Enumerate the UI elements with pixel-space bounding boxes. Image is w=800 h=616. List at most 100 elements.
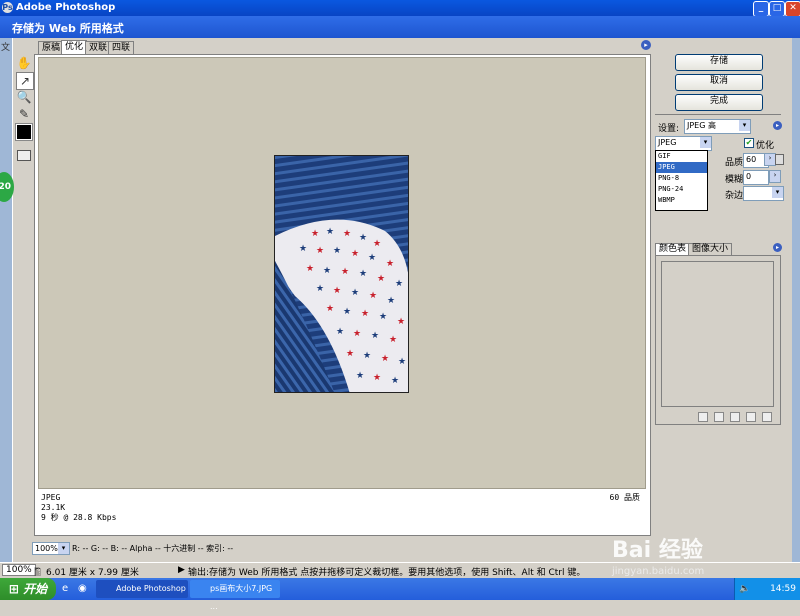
svg-text:★: ★ bbox=[373, 239, 381, 249]
dialog-title-bar: 存储为 Web 所用格式 bbox=[0, 16, 800, 38]
start-button[interactable]: ⊞ 开始 bbox=[0, 578, 56, 600]
format-option-wbmp[interactable]: WBMP bbox=[656, 195, 707, 206]
svg-text:★: ★ bbox=[351, 249, 359, 259]
underlying-app-left-strip: 文 bbox=[0, 38, 12, 562]
maximize-button[interactable]: □ bbox=[769, 1, 785, 17]
preview-menu-icon[interactable]: ▸ bbox=[641, 40, 651, 50]
zoom-tool-icon[interactable]: 🔍 bbox=[16, 89, 32, 105]
matte-select[interactable]: ▾ bbox=[743, 186, 784, 201]
blur-input[interactable]: 0 bbox=[743, 170, 769, 185]
svg-text:★: ★ bbox=[341, 267, 349, 277]
zoom-level-select[interactable]: 100% ▾ bbox=[32, 542, 70, 555]
quicklaunch-ie-icon[interactable]: e bbox=[62, 583, 68, 594]
svg-text:★: ★ bbox=[381, 354, 389, 364]
svg-text:★: ★ bbox=[373, 373, 381, 383]
info-format: JPEG bbox=[41, 493, 61, 502]
fabric-photo: ★ ★ ★ ★★ ★ ★ ★ ★ ★★ ★ ★ ★ ★ ★ ★ ★ ★ ★ ★ ★ ★ ★ ★ ★ ★ ★ ★ ★ ★ ★ ★ ★… bbox=[275, 156, 408, 392]
tab-4-up[interactable]: 四联 bbox=[108, 41, 135, 55]
format-option-png8[interactable]: PNG-8 bbox=[656, 173, 707, 184]
svg-text:★: ★ bbox=[369, 291, 377, 301]
svg-text:★: ★ bbox=[346, 349, 354, 359]
new-color-icon[interactable] bbox=[746, 412, 756, 422]
color-table-swatches bbox=[661, 261, 774, 407]
color-readout: R: -- G: -- B: -- Alpha -- 十六进制 -- 索引: -… bbox=[72, 544, 234, 553]
svg-text:★: ★ bbox=[311, 229, 319, 239]
svg-text:★: ★ bbox=[371, 331, 379, 341]
svg-text:★: ★ bbox=[333, 286, 341, 296]
zoom-level-value: 100% bbox=[35, 544, 58, 553]
close-button[interactable]: ✕ bbox=[785, 1, 800, 17]
save-button[interactable]: 存储 bbox=[675, 54, 763, 71]
file-format-value: JPEG bbox=[658, 138, 677, 147]
chevron-down-icon: ▾ bbox=[700, 137, 711, 148]
svg-text:★: ★ bbox=[316, 246, 324, 256]
status-hint: 输出:存储为 Web 所用格式 点按并拖移可定义裁切框。要用其他选项，使用 Sh… bbox=[188, 568, 586, 578]
optimize-menu-icon[interactable]: ▸ bbox=[773, 121, 782, 130]
svg-text:★: ★ bbox=[336, 327, 344, 337]
done-button[interactable]: 完成 bbox=[675, 94, 763, 111]
svg-text:★: ★ bbox=[397, 317, 405, 327]
play-arrow-icon: ▶ bbox=[178, 565, 185, 575]
svg-text:★: ★ bbox=[361, 309, 369, 319]
minimize-button[interactable]: _ bbox=[753, 1, 769, 17]
format-option-gif[interactable]: GIF bbox=[656, 151, 707, 162]
svg-text:★: ★ bbox=[395, 279, 403, 289]
file-format-dropdown-list: GIF JPEG PNG-8 PNG-24 WBMP bbox=[655, 150, 708, 211]
svg-text:★: ★ bbox=[368, 253, 376, 263]
svg-text:★: ★ bbox=[299, 244, 307, 254]
web-shift-icon[interactable] bbox=[714, 412, 724, 422]
eyedropper-color-swatch[interactable] bbox=[15, 123, 33, 141]
settings-preset-value: JPEG 高 bbox=[687, 121, 716, 130]
taskbar-item-image-file[interactable]: ps画布大小7.JPG ... bbox=[190, 580, 280, 611]
svg-text:★: ★ bbox=[359, 233, 367, 243]
svg-text:★: ★ bbox=[323, 266, 331, 276]
svg-text:★: ★ bbox=[389, 335, 397, 345]
quicklaunch-media-icon[interactable]: ◉ bbox=[78, 583, 87, 594]
file-format-select[interactable]: JPEG ▾ bbox=[655, 136, 712, 151]
optimized-label: 优化 bbox=[756, 141, 775, 151]
menu-fragment: 文 bbox=[1, 43, 11, 53]
dialog-title: 存储为 Web 所用格式 bbox=[12, 22, 124, 35]
tab-optimized[interactable]: 优化 bbox=[61, 40, 88, 55]
app-zoom[interactable]: 100% bbox=[2, 564, 36, 576]
svg-text:★: ★ bbox=[333, 246, 341, 256]
svg-text:★: ★ bbox=[351, 288, 359, 298]
tray-icons: 🔈 bbox=[739, 584, 751, 594]
svg-text:★: ★ bbox=[306, 264, 314, 274]
svg-text:★: ★ bbox=[386, 259, 394, 269]
format-option-png24[interactable]: PNG-24 bbox=[656, 184, 707, 195]
info-download-time: 9 秒 @ 28.8 Kbps bbox=[41, 513, 117, 522]
app-title-bar: Ps Adobe Photoshop _ □ ✕ bbox=[0, 0, 800, 17]
svg-text:★: ★ bbox=[359, 269, 367, 279]
svg-text:★: ★ bbox=[326, 304, 334, 314]
optimized-checkbox[interactable]: ✔ bbox=[744, 138, 754, 148]
svg-text:★: ★ bbox=[326, 227, 334, 237]
svg-text:★: ★ bbox=[363, 351, 371, 361]
lock-color-icon[interactable] bbox=[730, 412, 740, 422]
toggle-slices-icon[interactable] bbox=[17, 150, 31, 161]
system-tray: 🔈 14:59 bbox=[734, 578, 800, 600]
baidu-watermark: Bai 经验 jingyan.baidu.com bbox=[612, 510, 792, 580]
taskbar-item-photoshop[interactable]: Adobe Photoshop bbox=[96, 580, 188, 598]
hand-tool-icon[interactable]: ✋ bbox=[16, 55, 32, 71]
delete-color-icon[interactable] bbox=[762, 412, 772, 422]
eyedropper-tool-icon[interactable]: ✎ bbox=[16, 106, 32, 122]
svg-text:★: ★ bbox=[391, 376, 399, 386]
quality-mask-icon[interactable] bbox=[775, 154, 784, 165]
map-color-icon[interactable] bbox=[698, 412, 708, 422]
doc-size: 6.01 厘米 x 7.99 厘米 bbox=[46, 568, 139, 578]
watermark-text: Bai 经验 bbox=[612, 538, 703, 563]
settings-preset-select[interactable]: JPEG 高 ▾ bbox=[684, 119, 751, 134]
format-option-jpeg[interactable]: JPEG bbox=[656, 162, 707, 173]
cancel-button[interactable]: 取消 bbox=[675, 74, 763, 91]
svg-text:★: ★ bbox=[353, 329, 361, 339]
svg-text:★: ★ bbox=[343, 307, 351, 317]
blur-slider-arrow-icon[interactable]: › bbox=[769, 170, 781, 183]
info-quality: 60 品质 bbox=[609, 493, 640, 502]
chevron-down-icon: ▾ bbox=[58, 543, 69, 554]
divider bbox=[655, 114, 781, 115]
svg-text:★: ★ bbox=[377, 274, 385, 284]
color-table-menu-icon[interactable]: ▸ bbox=[773, 243, 782, 252]
svg-text:★: ★ bbox=[398, 357, 406, 367]
slice-select-tool-icon[interactable]: ↗ bbox=[16, 72, 34, 90]
